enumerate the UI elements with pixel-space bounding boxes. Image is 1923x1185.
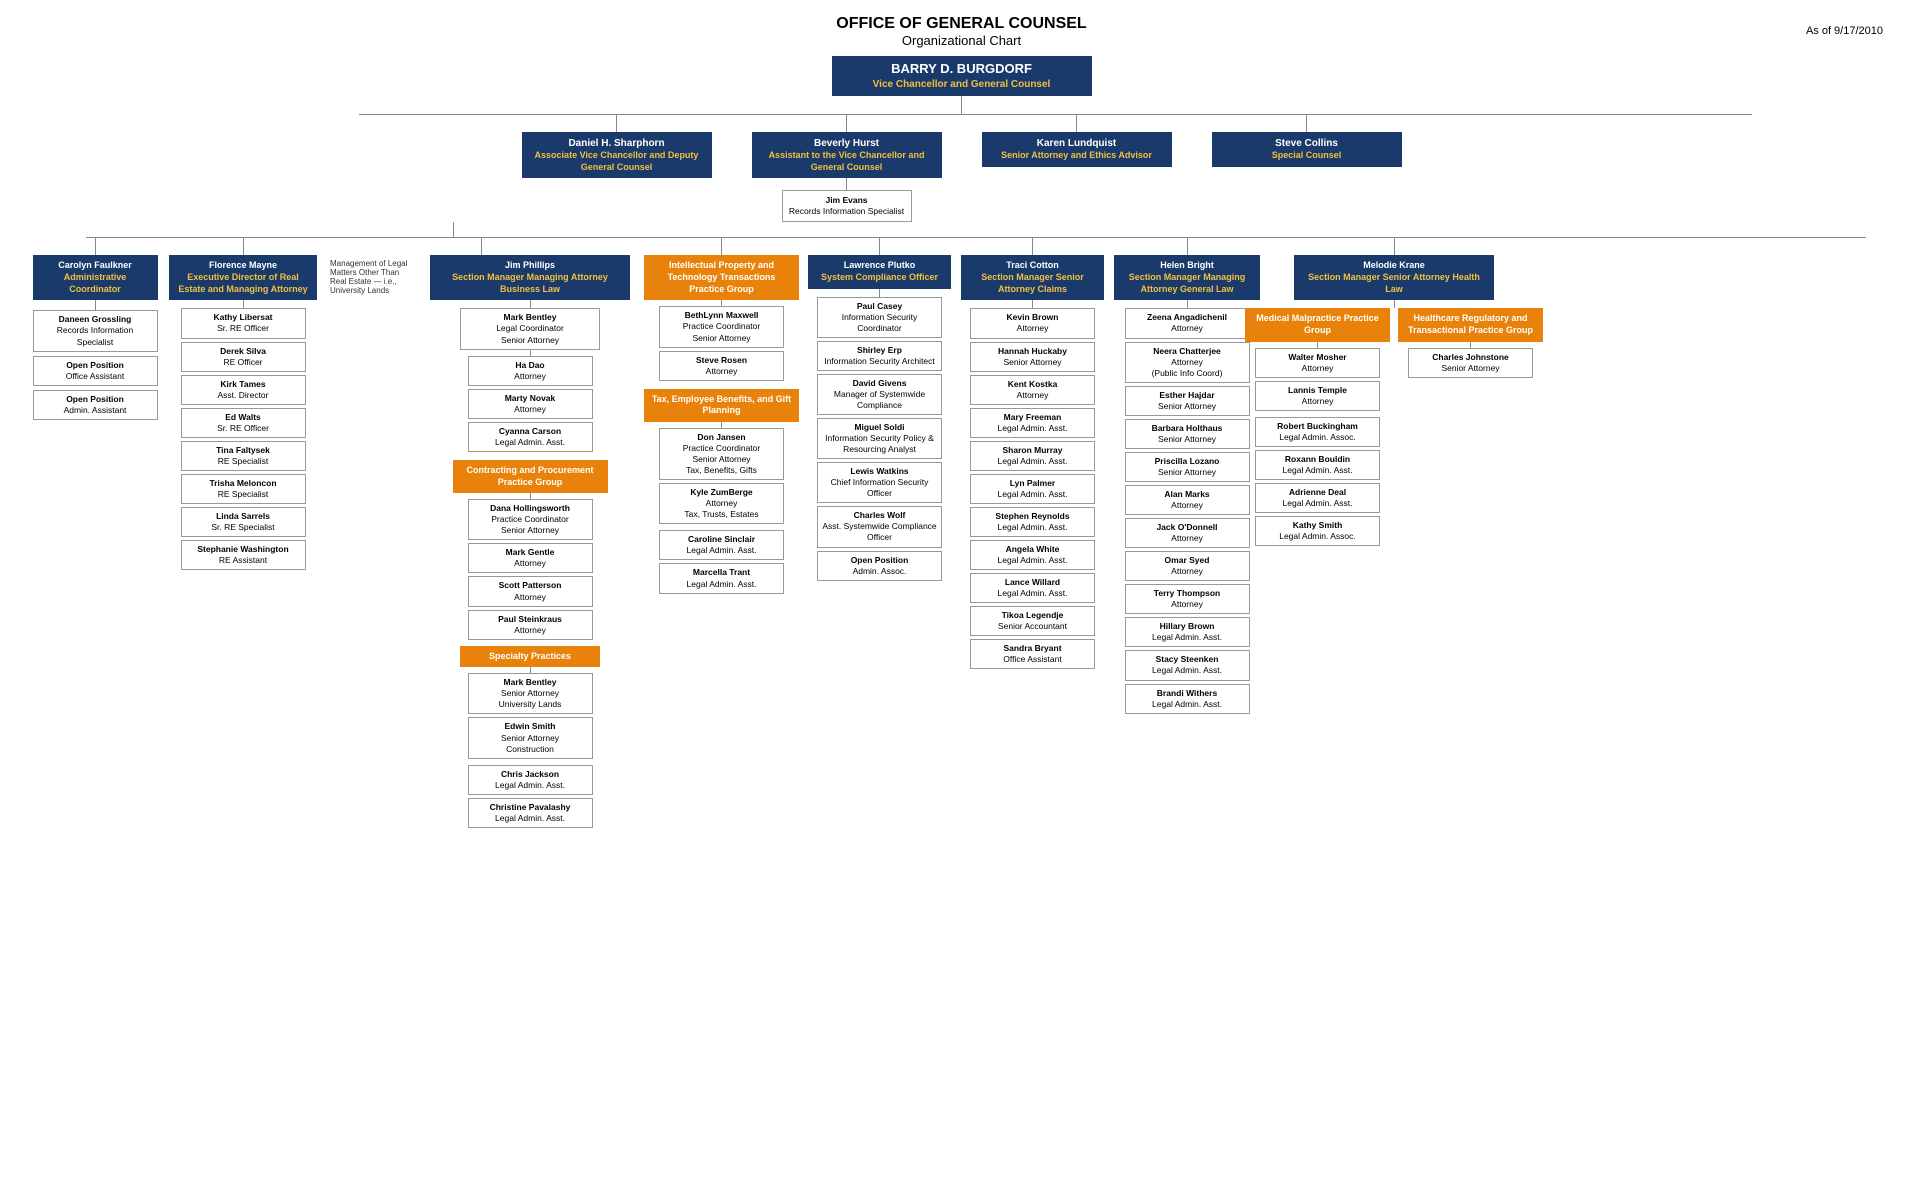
daneen-box: Daneen GrosslingRecords Information Spec…: [33, 310, 158, 351]
roxann-bouldin-box: Roxann BouldinLegal Admin. Asst.: [1255, 450, 1380, 480]
scott-patterson-box: Scott PattersonAttorney: [468, 576, 593, 606]
tikoa-legendje-box: Tikoa LegendjeSenior Accountant: [970, 606, 1095, 636]
walter-mosher-box: Walter MosherAttorney: [1255, 348, 1380, 378]
bethlynn-maxwell-box: BethLynn MaxwellPractice CoordinatorSeni…: [659, 306, 784, 347]
priscilla-lozano-box: Priscilla LozanoSenior Attorney: [1125, 452, 1250, 482]
charles-johnstone-box: Charles JohnstoneSenior Attorney: [1408, 348, 1533, 378]
steve-rosen-box: Steve RosenAttorney: [659, 351, 784, 381]
jim-evans-box: Jim Evans Records Information Specialist: [782, 190, 912, 222]
stephanie-washington-box: Stephanie WashingtonRE Assistant: [181, 540, 306, 570]
kirk-tames-box: Kirk TamesAsst. Director: [181, 375, 306, 405]
trisha-meloncon-box: Trisha MelonconRE Specialist: [181, 474, 306, 504]
hannah-huckaby-box: Hannah HuckabySenior Attorney: [970, 342, 1095, 372]
mark-bentley2-box: Mark BentleySenior AttorneyUniversity La…: [468, 673, 593, 714]
david-givens-box: David GivensManager of Systemwide Compli…: [817, 374, 942, 415]
ed-walts-box: Ed WaltsSr. RE Officer: [181, 408, 306, 438]
open-pos-assoc-box: Open PositionAdmin. Assoc.: [817, 551, 942, 581]
angela-white-box: Angela WhiteLegal Admin. Asst.: [970, 540, 1095, 570]
brandi-withers-box: Brandi WithersLegal Admin. Asst.: [1125, 684, 1250, 714]
chris-jackson-box: Chris JacksonLegal Admin. Asst.: [468, 765, 593, 795]
healthcare-regulatory-box: Healthcare Regulatory and Transactional …: [1398, 308, 1543, 341]
jack-odonnell-box: Jack O'DonnellAttorney: [1125, 518, 1250, 548]
alan-marks-box: Alan MarksAttorney: [1125, 485, 1250, 515]
kathy-smith-box: Kathy SmithLegal Admin. Assoc.: [1255, 516, 1380, 546]
kathy-libersat-box: Kathy LibersatSr. RE Officer: [181, 308, 306, 338]
marcella-trant-box: Marcella TrantLegal Admin. Asst.: [659, 563, 784, 593]
adrienne-deal-box: Adrienne DealLegal Admin. Asst.: [1255, 483, 1380, 513]
tina-faltysek-box: Tina FaltysekRE Specialist: [181, 441, 306, 471]
sharon-murray-box: Sharon MurrayLegal Admin. Asst.: [970, 441, 1095, 471]
lawrence-plutko-box: Lawrence Plutko System Compliance Office…: [808, 255, 951, 288]
level2-karen: Karen Lundquist Senior Attorney and Ethi…: [982, 132, 1172, 167]
melodie-krane-box: Melodie Krane Section Manager Senior Att…: [1294, 255, 1494, 300]
date-label: As of 9/17/2010: [1806, 25, 1883, 37]
esther-hajdar-box: Esther HajdarSenior Attorney: [1125, 386, 1250, 416]
lance-willard-box: Lance WillardLegal Admin. Asst.: [970, 573, 1095, 603]
openpos2-box: Open PositionAdmin. Assistant: [33, 390, 158, 420]
robert-buckingham-box: Robert BuckinghamLegal Admin. Assoc.: [1255, 417, 1380, 447]
florence-box: Florence Mayne Executive Director of Rea…: [169, 255, 317, 300]
derek-silva-box: Derek SilvaRE Officer: [181, 342, 306, 372]
charles-wolf-box: Charles WolfAsst. Systemwide Compliance …: [817, 506, 942, 547]
level2-daniel: Daniel H. Sharphorn Associate Vice Chanc…: [522, 132, 712, 178]
edwin-smith-box: Edwin SmithSenior AttorneyConstruction: [468, 717, 593, 758]
marty-novak-box: Marty NovakAttorney: [468, 389, 593, 419]
christine-pavalashy-box: Christine PavalashyLegal Admin. Asst.: [468, 798, 593, 828]
caroline-sinclair-box: Caroline SinclairLegal Admin. Asst.: [659, 530, 784, 560]
hillary-brown-box: Hillary BrownLegal Admin. Asst.: [1125, 617, 1250, 647]
lannis-temple-box: Lannis TempleAttorney: [1255, 381, 1380, 411]
tax-benefits-box: Tax, Employee Benefits, and Gift Plannin…: [644, 389, 799, 422]
paul-steinkraus-box: Paul SteinkrausAttorney: [468, 610, 593, 640]
helen-bright-box: Helen Bright Section Manager Managing At…: [1114, 255, 1260, 300]
dana-hollingsworth-box: Dana HollingsworthPractice CoordinatorSe…: [468, 499, 593, 540]
lewis-watkins-box: Lewis WatkinsChief Information Security …: [817, 462, 942, 503]
barbara-holthaus-box: Barbara HolthausSenior Attorney: [1125, 419, 1250, 449]
kyle-zumberge-box: Kyle ZumBergeAttorneyTax, Trusts, Estate…: [659, 483, 784, 524]
mary-freeman-box: Mary FreemanLegal Admin. Asst.: [970, 408, 1095, 438]
level2-beverly: Beverly Hurst Assistant to the Vice Chan…: [752, 132, 942, 178]
cyanna-carson-box: Cyanna CarsonLegal Admin. Asst.: [468, 422, 593, 452]
specialty-practices-box: Specialty Practices: [460, 646, 600, 668]
contracting-group-box: Contracting and Procurement Practice Gro…: [453, 460, 608, 493]
kent-kostka-box: Kent KostkaAttorney: [970, 375, 1095, 405]
openpos1-box: Open PositionOffice Assistant: [33, 356, 158, 386]
mark-bentley-box: Mark BentleyLegal CoordinatorSenior Atto…: [460, 308, 600, 349]
page-title: OFFICE OF GENERAL COUNSEL Organizational…: [20, 15, 1903, 48]
jim-phillips-box: Jim Phillips Section Manager Managing At…: [430, 255, 630, 300]
neera-chatterjee-box: Neera ChatterjeeAttorney(Public Info Coo…: [1125, 342, 1250, 383]
ha-dao-box: Ha DaoAttorney: [468, 356, 593, 386]
don-jansen-box: Don JansenPractice CoordinatorSenior Att…: [659, 428, 784, 480]
lyn-palmer-box: Lyn PalmerLegal Admin. Asst.: [970, 474, 1095, 504]
miguel-soldi-box: Miguel SoldiInformation Security Policy …: [817, 418, 942, 459]
carolyn-box: Carolyn Faulkner Administrative Coordina…: [33, 255, 158, 300]
traci-cotton-box: Traci Cotton Section Manager Senior Atto…: [961, 255, 1104, 300]
level2-steve: Steve Collins Special Counsel: [1212, 132, 1402, 167]
omar-syed-box: Omar SyedAttorney: [1125, 551, 1250, 581]
linda-sarrels-box: Linda SarrelsSr. RE Specialist: [181, 507, 306, 537]
mark-gentle-box: Mark GentleAttorney: [468, 543, 593, 573]
ip-tech-box: Intellectual Property and Technology Tra…: [644, 255, 799, 300]
top-person-box: BARRY D. BURGDORF Vice Chancellor and Ge…: [832, 56, 1092, 96]
stephen-reynolds-box: Stephen ReynoldsLegal Admin. Asst.: [970, 507, 1095, 537]
shirley-erp-box: Shirley ErpInformation Security Architec…: [817, 341, 942, 371]
kevin-brown-box: Kevin BrownAttorney: [970, 308, 1095, 338]
medical-malpractice-box: Medical Malpractice Practice Group: [1245, 308, 1390, 341]
sandra-bryant-box: Sandra BryantOffice Assistant: [970, 639, 1095, 669]
terry-thompson-box: Terry ThompsonAttorney: [1125, 584, 1250, 614]
zeena-box: Zeena AngadichenilAttorney: [1125, 308, 1250, 338]
paul-casey-box: Paul CaseyInformation Security Coordinat…: [817, 297, 942, 338]
stacy-steenken-box: Stacy SteenkenLegal Admin. Asst.: [1125, 650, 1250, 680]
